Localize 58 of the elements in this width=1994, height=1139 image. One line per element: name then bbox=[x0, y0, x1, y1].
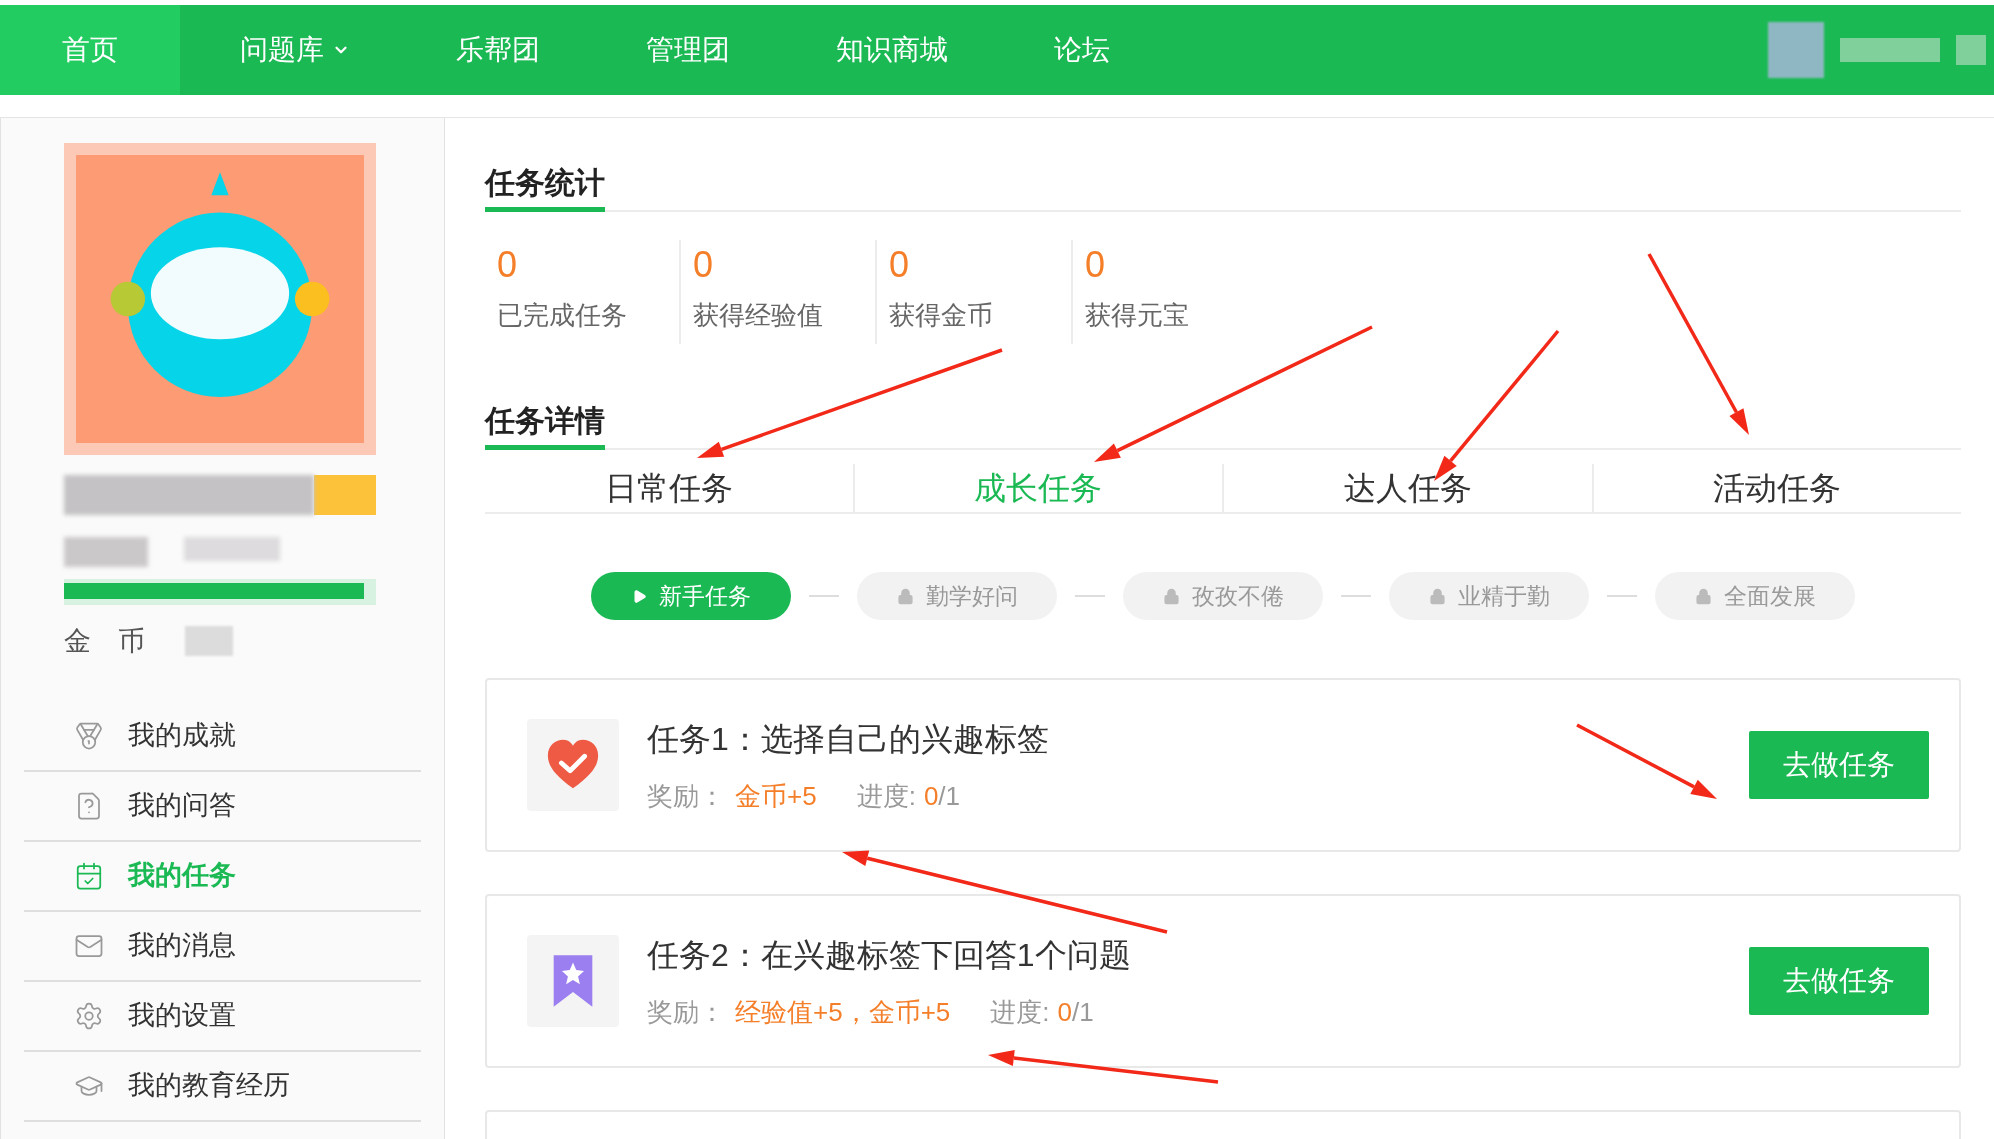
nav-item[interactable]: 论坛 bbox=[1008, 5, 1156, 95]
stage-pill[interactable]: 勤学好问 bbox=[857, 572, 1057, 620]
lock-icon bbox=[1428, 587, 1446, 605]
section-title: 任务统计 bbox=[485, 160, 605, 212]
task-tab[interactable]: 达人任务 bbox=[1343, 464, 1472, 512]
progress-done: 0 bbox=[1057, 995, 1072, 1029]
reward-value: 经验值+5，金币+5 bbox=[735, 995, 951, 1029]
play-icon bbox=[631, 588, 647, 604]
stat-value: 0 bbox=[1085, 243, 1107, 287]
nav-item[interactable]: 乐帮团 bbox=[410, 5, 586, 95]
do-task-button[interactable]: 去做任务 bbox=[1749, 731, 1929, 799]
progress-total: /1 bbox=[938, 779, 961, 813]
sidebar-item[interactable]: 我的成就 bbox=[24, 701, 421, 772]
sidebar-item[interactable]: 我的问答 bbox=[24, 771, 421, 842]
task-title: 任务1：选择自己的兴趣标签 bbox=[647, 719, 1049, 759]
stage-pill[interactable]: 孜孜不倦 bbox=[1123, 572, 1323, 620]
level-badge bbox=[314, 475, 376, 515]
lock-icon bbox=[1694, 587, 1712, 605]
sidebar-item[interactable]: 我的任务 bbox=[24, 841, 421, 912]
do-task-button[interactable]: 去做任务 bbox=[1749, 947, 1929, 1015]
user-avatar[interactable] bbox=[1768, 22, 1824, 78]
calendar-icon bbox=[74, 860, 104, 891]
progress-done: 0 bbox=[923, 779, 939, 813]
stage-pill[interactable]: 业精于勤 bbox=[1389, 572, 1589, 620]
obscured-coin-count bbox=[185, 626, 233, 657]
stat-value: 0 bbox=[497, 243, 519, 287]
stat-value: 0 bbox=[889, 243, 911, 287]
coins-label: 金 币 bbox=[64, 625, 145, 658]
progress-total: /1 bbox=[1072, 995, 1094, 1029]
medal-icon bbox=[74, 720, 104, 751]
lock-icon bbox=[896, 587, 914, 605]
task-tab[interactable]: 日常任务 bbox=[604, 464, 733, 512]
stage-pill[interactable]: 新手任务 bbox=[591, 572, 791, 620]
stage-pill[interactable]: 全面发展 bbox=[1655, 572, 1855, 620]
progress-label: 进度: bbox=[990, 995, 1050, 1029]
sidebar-item[interactable]: 我的教育经历 bbox=[24, 1051, 421, 1122]
stat-label: 已完成任务 bbox=[497, 299, 628, 332]
settings-icon bbox=[74, 1000, 104, 1031]
nav-item[interactable]: 管理团 bbox=[600, 5, 776, 95]
nav-item[interactable]: 知识商城 bbox=[790, 5, 994, 95]
nav-item[interactable]: 问题库 bbox=[194, 5, 396, 95]
sidebar-item[interactable]: 我的消息 bbox=[24, 911, 421, 982]
progress-label: 进度: bbox=[856, 779, 916, 813]
nav-item[interactable]: 首页 bbox=[0, 5, 180, 95]
sidebar-item[interactable]: 我的设置 bbox=[24, 981, 421, 1052]
stat-label: 获得元宝 bbox=[1085, 299, 1190, 332]
stat-label: 获得经验值 bbox=[693, 299, 824, 332]
obscured-menu bbox=[1956, 35, 1986, 65]
task-tab[interactable]: 成长任务 bbox=[974, 464, 1103, 512]
reward-label: 奖励： bbox=[647, 995, 725, 1029]
reward-label: 奖励： bbox=[647, 779, 725, 813]
stat-label: 获得金币 bbox=[889, 299, 994, 332]
section-title: 任务详情 bbox=[485, 398, 605, 450]
task-tab[interactable]: 活动任务 bbox=[1713, 464, 1842, 512]
lock-icon bbox=[1162, 587, 1180, 605]
task-title: 任务2：在兴趣标签下回答1个问题 bbox=[647, 935, 1131, 975]
stat-value: 0 bbox=[693, 243, 715, 287]
reward-value: 金币+5 bbox=[735, 779, 817, 813]
